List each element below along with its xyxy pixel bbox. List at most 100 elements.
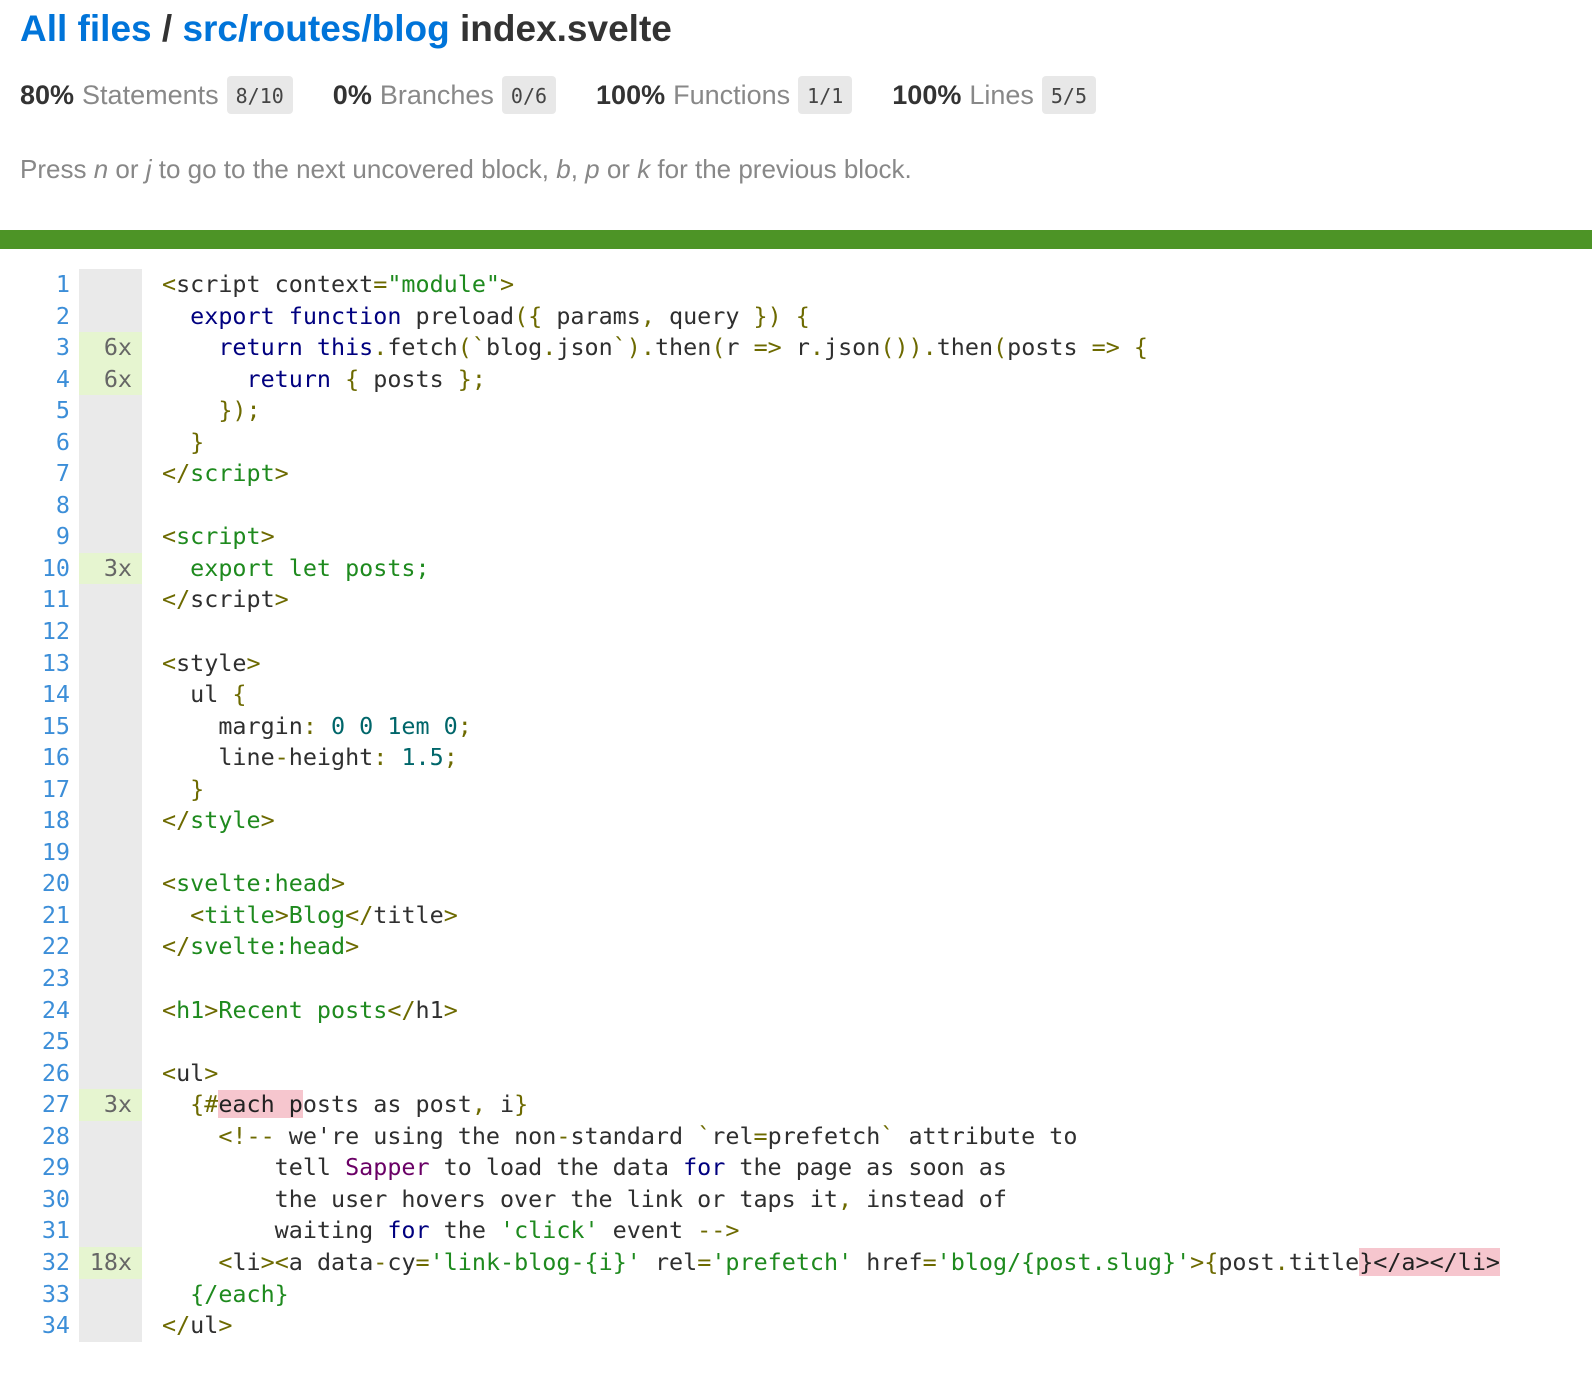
code-token: li	[232, 1247, 261, 1276]
code-token: <	[162, 270, 177, 298]
code-token: 0 0 1em 0	[316, 711, 458, 740]
code-token: svelte:head	[190, 932, 346, 961]
code-token: ({	[514, 301, 543, 330]
code-token: line	[162, 743, 275, 772]
code-token: <	[218, 1247, 233, 1276]
code-token: query	[654, 301, 754, 330]
line-number-link[interactable]: 6	[0, 427, 70, 459]
hit-count: 18x	[79, 1246, 142, 1279]
code-line: <!-- we're using the non-standard `rel=p…	[162, 1121, 1500, 1153]
metric-percent: 100%	[596, 79, 666, 110]
code-token: >	[274, 585, 289, 614]
code-token: title	[373, 900, 444, 929]
line-number-link[interactable]: 32	[0, 1247, 70, 1279]
metric-fraction-badge: 5/5	[1041, 76, 1097, 114]
code-token: >	[204, 995, 219, 1024]
code-token: then	[936, 333, 994, 362]
code-token: we're using the non	[274, 1121, 557, 1150]
line-number-link[interactable]: 15	[0, 711, 70, 743]
code-token: ,	[640, 301, 655, 330]
statements-metric: 80% Statements 8/10	[20, 76, 293, 114]
code-token: <	[162, 1058, 177, 1087]
line-number-link[interactable]: 4	[0, 364, 70, 396]
line-number-link[interactable]: 8	[0, 490, 70, 522]
hit-count	[79, 837, 142, 869]
line-number-link[interactable]: 18	[0, 805, 70, 837]
line-number-link[interactable]: 10	[0, 553, 70, 585]
line-number-link[interactable]: 23	[0, 963, 70, 995]
code-token: for	[387, 1216, 430, 1245]
code-line: }	[162, 774, 1500, 806]
breadcrumb-dir-link[interactable]: src/routes/blog	[182, 8, 449, 49]
line-number-link[interactable]: 2	[0, 301, 70, 333]
code-line: });	[162, 395, 1500, 427]
breadcrumb-all-files-link[interactable]: All files	[20, 8, 152, 49]
line-number-link[interactable]: 27	[0, 1089, 70, 1121]
code-token: :	[373, 743, 388, 772]
code-token: =	[697, 1247, 712, 1276]
line-number-link[interactable]: 3	[0, 332, 70, 364]
metric-percent: 0%	[332, 79, 372, 110]
code-token: =	[415, 1247, 430, 1276]
code-token: >	[260, 806, 275, 835]
line-number-link[interactable]: 30	[0, 1184, 70, 1216]
line-number-link[interactable]: 14	[0, 679, 70, 711]
code-token: for	[683, 1153, 726, 1182]
code-token: height	[288, 743, 374, 772]
line-number-link[interactable]: 29	[0, 1152, 70, 1184]
line-number-link[interactable]: 9	[0, 521, 70, 553]
line-number-link[interactable]: 20	[0, 868, 70, 900]
code-token: blog	[485, 333, 543, 362]
code-line: </ul>	[162, 1310, 1500, 1342]
code-line: {/each}	[162, 1279, 1500, 1311]
line-number-link[interactable]: 16	[0, 742, 70, 774]
line-number-link[interactable]: 33	[0, 1279, 70, 1311]
line-number-link[interactable]: 11	[0, 584, 70, 616]
code-column: <script context="module"> export functio…	[142, 269, 1501, 1342]
code-token: `	[880, 1121, 895, 1150]
line-number-link[interactable]: 17	[0, 774, 70, 806]
code-token: rel	[711, 1121, 754, 1150]
line-number-link[interactable]: 12	[0, 616, 70, 648]
code-token: }) {	[753, 301, 810, 330]
code-token: {	[232, 680, 247, 709]
code-line: the user hovers over the link or taps it…	[162, 1184, 1500, 1216]
line-number-link[interactable]: 26	[0, 1058, 70, 1090]
code-token: a data	[288, 1247, 374, 1276]
code-token: json	[556, 333, 613, 362]
hint-key: b	[556, 154, 571, 184]
line-number-link[interactable]: 22	[0, 931, 70, 963]
code-token: =	[753, 1121, 768, 1150]
line-number-link[interactable]: 7	[0, 458, 70, 490]
line-number-link[interactable]: 25	[0, 1026, 70, 1058]
line-number-link[interactable]: 19	[0, 837, 70, 869]
line-number-link[interactable]: 5	[0, 395, 70, 427]
code-line: ul {	[162, 679, 1500, 711]
code-token: i	[485, 1090, 515, 1119]
line-number-link[interactable]: 21	[0, 900, 70, 932]
line-number-link[interactable]: 1	[0, 269, 70, 301]
line-number-link[interactable]: 28	[0, 1121, 70, 1153]
code-token: params	[542, 301, 641, 330]
code-token: 'link-blog-{i}'	[429, 1247, 641, 1276]
code-token: >	[274, 459, 289, 488]
hit-count	[79, 1058, 142, 1090]
code-token: >	[246, 648, 261, 677]
hit-count: 3x	[79, 552, 142, 585]
code-token: attribute to	[894, 1121, 1078, 1150]
code-token: </	[162, 806, 191, 835]
line-number-link[interactable]: 31	[0, 1215, 70, 1247]
code-token: prefetch	[767, 1121, 881, 1150]
code-token: >	[260, 522, 275, 551]
code-token: 'prefetch'	[711, 1247, 853, 1276]
hint-text: for the previous block.	[650, 154, 912, 184]
code-line: </style>	[162, 805, 1500, 837]
line-number-link[interactable]: 13	[0, 648, 70, 680]
hit-count	[79, 427, 142, 459]
line-number-link[interactable]: 24	[0, 995, 70, 1027]
line-number-link[interactable]: 34	[0, 1310, 70, 1342]
code-token: `	[697, 1121, 712, 1150]
code-line: <li><a data-cy='link-blog-{i}' rel='pref…	[162, 1247, 1501, 1279]
